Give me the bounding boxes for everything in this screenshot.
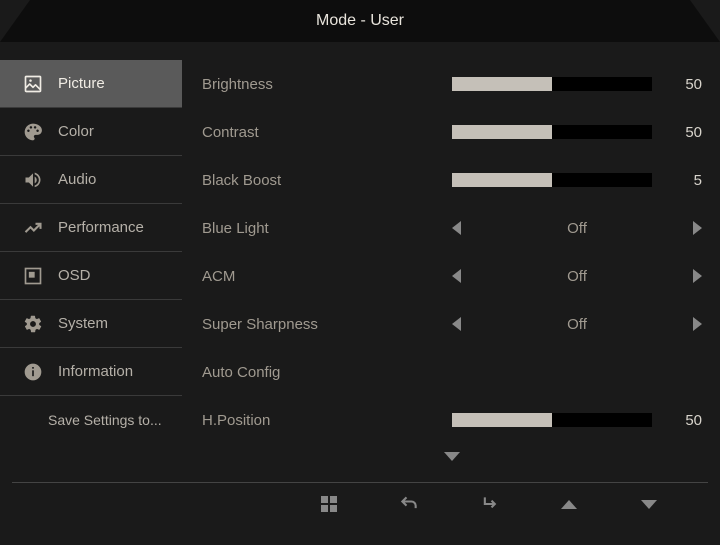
setting-label: Black Boost xyxy=(202,172,452,189)
arrow-right-icon[interactable] xyxy=(693,269,702,283)
sidebar-item-performance[interactable]: Performance xyxy=(0,204,182,252)
arrow-right-icon[interactable] xyxy=(693,221,702,235)
setting-blue-light[interactable]: Blue Light Off xyxy=(202,204,702,252)
sidebar-item-label: Save Settings to... xyxy=(48,412,162,428)
contrast-value: 50 xyxy=(652,124,702,141)
arrow-up-icon xyxy=(561,500,577,509)
sidebar-item-label: System xyxy=(58,315,108,332)
chevron-down-icon xyxy=(444,452,460,461)
arrow-left-icon[interactable] xyxy=(452,221,461,235)
brightness-value: 50 xyxy=(652,76,702,93)
super-sharpness-value: Off xyxy=(567,316,587,333)
setting-label: Blue Light xyxy=(202,220,452,237)
sidebar-item-color[interactable]: Color xyxy=(0,108,182,156)
setting-black-boost[interactable]: Black Boost 5 xyxy=(202,156,702,204)
setting-contrast[interactable]: Contrast 50 xyxy=(202,108,702,156)
settings-panel: Brightness 50 Contrast 50 Black Boost 5 … xyxy=(182,42,720,482)
setting-auto-config[interactable]: Auto Config xyxy=(202,348,702,396)
arrow-left-icon[interactable] xyxy=(452,269,461,283)
palette-icon xyxy=(22,121,44,143)
setting-acm[interactable]: ACM Off xyxy=(202,252,702,300)
menu-button[interactable] xyxy=(318,493,340,515)
setting-label: ACM xyxy=(202,268,452,285)
enter-icon xyxy=(479,494,499,514)
sidebar-item-osd[interactable]: OSD xyxy=(0,252,182,300)
sidebar-item-save-settings[interactable]: Save Settings to... xyxy=(0,396,182,444)
sidebar-item-label: OSD xyxy=(58,267,91,284)
arrow-left-icon[interactable] xyxy=(452,317,461,331)
setting-label: Brightness xyxy=(202,76,452,93)
h-position-value: 50 xyxy=(652,412,702,429)
gear-icon xyxy=(22,313,44,335)
setting-label: Contrast xyxy=(202,124,452,141)
osd-box-icon xyxy=(22,265,44,287)
blue-light-value: Off xyxy=(567,220,587,237)
arrow-trend-icon xyxy=(22,217,44,239)
sidebar-item-label: Picture xyxy=(58,75,105,92)
sidebar-item-information[interactable]: Information xyxy=(0,348,182,396)
scroll-down-indicator[interactable] xyxy=(202,448,702,466)
up-button[interactable] xyxy=(558,493,580,515)
black-boost-value: 5 xyxy=(652,172,702,189)
contrast-slider[interactable] xyxy=(452,125,652,139)
black-boost-slider[interactable] xyxy=(452,173,652,187)
mode-title: Mode - User xyxy=(316,12,404,30)
arrow-right-icon[interactable] xyxy=(693,317,702,331)
setting-super-sharpness[interactable]: Super Sharpness Off xyxy=(202,300,702,348)
header: Mode - User xyxy=(0,0,720,42)
brightness-slider[interactable] xyxy=(452,77,652,91)
footer-controls xyxy=(0,483,720,525)
info-icon xyxy=(22,361,44,383)
acm-value: Off xyxy=(567,268,587,285)
sidebar-item-label: Information xyxy=(58,363,133,380)
sidebar-item-picture[interactable]: Picture xyxy=(0,60,182,108)
sidebar-item-audio[interactable]: Audio xyxy=(0,156,182,204)
setting-h-position[interactable]: H.Position 50 xyxy=(202,396,702,444)
h-position-slider[interactable] xyxy=(452,413,652,427)
sidebar-item-label: Audio xyxy=(58,171,96,188)
sidebar: Picture Color Audio Performance OSD xyxy=(0,42,182,482)
setting-label: Super Sharpness xyxy=(202,316,452,333)
enter-button[interactable] xyxy=(478,493,500,515)
sidebar-item-label: Color xyxy=(58,123,94,140)
main-area: Picture Color Audio Performance OSD xyxy=(0,42,720,482)
setting-label: Auto Config xyxy=(202,364,452,381)
grid-icon xyxy=(321,496,337,512)
back-button[interactable] xyxy=(398,493,420,515)
arrow-down-icon xyxy=(641,500,657,509)
sidebar-item-system[interactable]: System xyxy=(0,300,182,348)
picture-icon xyxy=(22,73,44,95)
down-button[interactable] xyxy=(638,493,660,515)
sidebar-item-label: Performance xyxy=(58,219,144,236)
undo-icon xyxy=(399,494,419,514)
speaker-icon xyxy=(22,169,44,191)
setting-label: H.Position xyxy=(202,412,452,429)
setting-brightness[interactable]: Brightness 50 xyxy=(202,60,702,108)
